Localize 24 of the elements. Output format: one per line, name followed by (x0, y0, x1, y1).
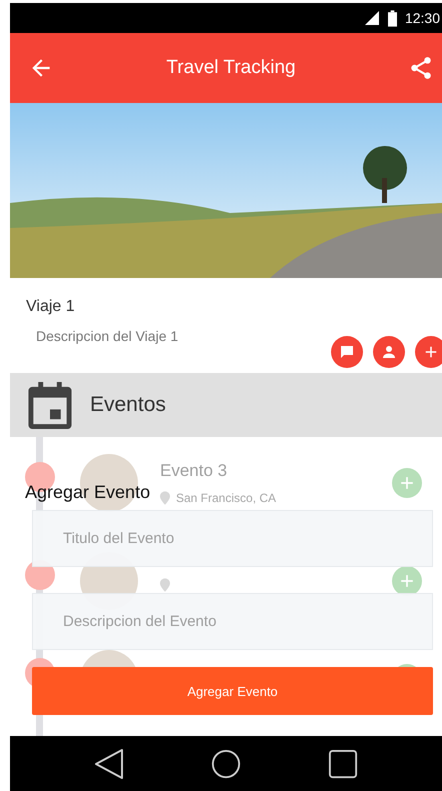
event-title: Evento 3 (160, 461, 228, 482)
person-icon (380, 343, 398, 361)
event-location: San Francisco, CA (176, 491, 276, 505)
input-field[interactable]: Titulo del Evento (32, 510, 433, 567)
comment-button[interactable] (331, 336, 363, 368)
submit-button[interactable]: Agregar Evento (32, 667, 433, 715)
input-field[interactable]: Descripcion del Evento (32, 593, 433, 650)
trip-title: Viaje 1 (26, 298, 76, 316)
app-title: Travel Tracking (166, 57, 296, 79)
person-button[interactable] (373, 336, 405, 368)
section-title: Eventos (90, 393, 166, 417)
pin-icon (160, 491, 170, 505)
signal-icon (364, 10, 380, 26)
home-circle-icon[interactable] (210, 748, 241, 780)
add-button[interactable] (415, 336, 442, 368)
back-triangle-icon[interactable] (94, 748, 124, 780)
pin-icon (160, 578, 170, 592)
speech-bubble-icon (338, 343, 356, 361)
recents-square-icon[interactable] (328, 748, 358, 780)
calendar-icon (28, 382, 72, 428)
status-time: 12:30 (404, 10, 440, 26)
battery-icon (388, 10, 397, 26)
trip-description: Descripcion del Viaje 1 (36, 328, 178, 344)
dialog-title: Agregar Evento (25, 481, 150, 504)
